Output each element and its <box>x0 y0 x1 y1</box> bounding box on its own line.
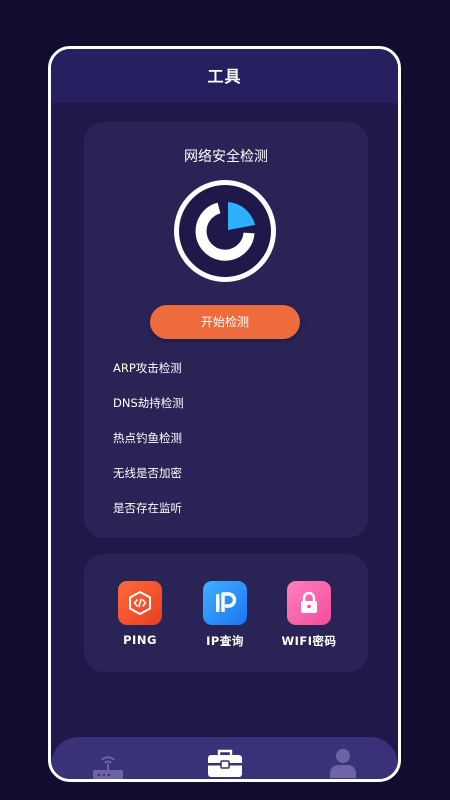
ping-tile[interactable] <box>118 581 162 625</box>
ip-lookup-button[interactable]: IP查询 <box>185 581 265 649</box>
screen: 工具 网络安全检测 开始检测 ARP攻击检测 DNS劫持检测 热点钓鱼检测 无线… <box>0 0 450 800</box>
toolbox-icon[interactable] <box>207 747 243 779</box>
ping-tool-button[interactable]: PING <box>100 581 180 647</box>
check-item-dns[interactable]: DNS劫持检测 <box>113 393 184 428</box>
check-item-sniffing[interactable]: 是否存在监听 <box>113 498 184 533</box>
ip-label: IP查询 <box>206 634 244 648</box>
check-item-hotspot[interactable]: 热点钓鱼检测 <box>113 428 184 463</box>
security-check-title: 网络安全检测 <box>184 149 268 165</box>
page-title: 工具 <box>207 67 242 86</box>
ip-letter-icon <box>216 592 237 612</box>
top-bar: 工具 <box>51 49 398 103</box>
start-check-button[interactable]: 开始检测 <box>150 305 300 339</box>
bottom-nav <box>51 737 398 781</box>
check-items-list: ARP攻击检测 DNS劫持检测 热点钓鱼检测 无线是否加密 是否存在监听 <box>113 358 184 533</box>
wifi-label: WIFI密码 <box>281 634 337 648</box>
wifi-password-button[interactable]: WIFI密码 <box>269 581 349 649</box>
security-gauge-icon <box>174 180 276 282</box>
user-icon[interactable] <box>329 747 357 779</box>
security-check-card: 网络安全检测 开始检测 ARP攻击检测 DNS劫持检测 热点钓鱼检测 无线是否加… <box>84 122 368 538</box>
phone-frame: 工具 网络安全检测 开始检测 ARP攻击检测 DNS劫持检测 热点钓鱼检测 无线… <box>48 46 401 782</box>
code-brackets-icon <box>129 590 151 616</box>
check-item-arp[interactable]: ARP攻击检测 <box>113 358 184 393</box>
tools-card: PING IP查询 WIFI密码 <box>84 554 368 672</box>
router-icon[interactable] <box>91 751 125 781</box>
lock-icon <box>301 591 317 613</box>
ping-label: PING <box>123 633 157 647</box>
wifi-tile[interactable] <box>287 581 331 625</box>
ip-tile[interactable] <box>203 581 247 625</box>
check-item-encryption[interactable]: 无线是否加密 <box>113 463 184 498</box>
